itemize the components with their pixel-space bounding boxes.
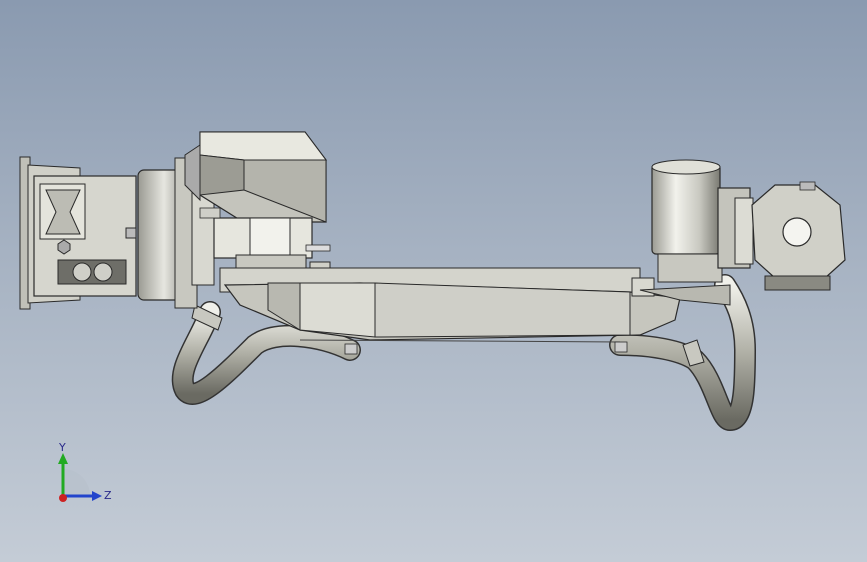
robot-arm-model[interactable] [0,0,867,562]
x-axis-dot [59,494,67,502]
y-axis-label: Y [58,441,66,454]
z-axis-arrow [92,491,102,501]
y-axis-arrow [58,453,68,464]
wrist-joint [717,181,846,291]
triad-plane [63,469,90,496]
base-gearbox [33,175,137,297]
axis-triad: Y Z [58,441,112,502]
z-axis-label: Z [104,489,112,502]
cad-viewport[interactable]: Y Z [0,0,867,562]
